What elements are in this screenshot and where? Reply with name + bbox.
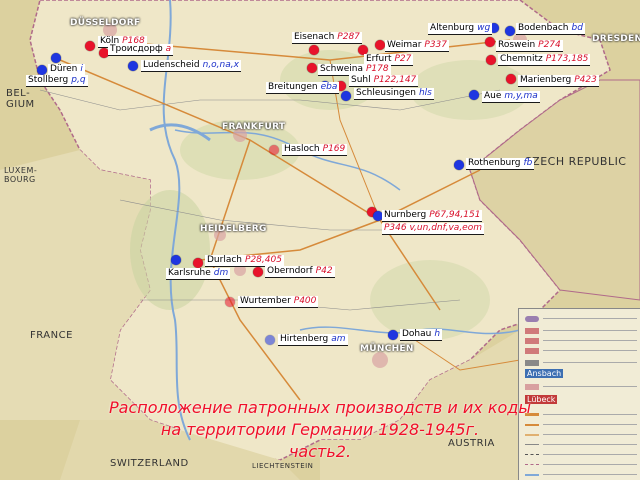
- legend-row: [525, 383, 637, 391]
- site-marker-marienberg: [506, 74, 516, 84]
- site-marker-hasloch: [269, 145, 279, 155]
- site-marker-durlach: [193, 258, 203, 268]
- site-label-stollberg: Stollberg p,q: [26, 75, 88, 87]
- site-label-ludenscheid: Ludenscheid n,o,na,x: [141, 60, 241, 72]
- map: BEL- GIUM LUXEM- BOURG FRANCE CZECH REPU…: [0, 0, 640, 480]
- site-marker-koln: [85, 41, 95, 51]
- site-marker-karlsruhe: [171, 255, 181, 265]
- site-marker-chemnitz: [486, 55, 496, 65]
- legend-row: [525, 431, 637, 439]
- site-marker-aue: [469, 90, 479, 100]
- country-luxembourg: LUXEM- BOURG: [4, 166, 38, 184]
- legend-row: [525, 315, 637, 323]
- site-marker-dohau: [388, 330, 398, 340]
- site-label-aue: Aue m,y,ma: [482, 91, 540, 103]
- country-liechtenstein: LIECHTENSTEIN: [252, 462, 314, 470]
- site-label-chemnitz: Chemnitz P173,185: [498, 54, 591, 66]
- site-label-rothenburg: Rothenburg fb: [466, 158, 535, 170]
- base-city-munchen: MÜNCHEN: [360, 344, 414, 354]
- site-marker-roswein: [485, 37, 495, 47]
- site-label-weimar: Weimar P337: [385, 40, 450, 52]
- base-city-frankfurt: FRANKFURT: [222, 122, 286, 132]
- site-label-hasloch: Hasloch P169: [282, 144, 348, 156]
- country-switzerland: SWITZERLAND: [110, 458, 189, 469]
- site-marker-ludenscheid: [128, 61, 138, 71]
- caption-line-1: Расположение патронных производств и их …: [108, 398, 531, 417]
- legend-row: [525, 337, 637, 345]
- caption-line-3: часть2.: [288, 442, 352, 461]
- country-france: FRANCE: [30, 330, 73, 341]
- site-marker-schleusingen: [341, 91, 351, 101]
- site-label-oberndorf: Oberndorf P42: [265, 266, 335, 278]
- legend-row: [525, 451, 637, 459]
- site-label-nurnberg: Nurnberg P67,94,151: [382, 210, 483, 222]
- legend-row: [525, 347, 637, 355]
- site-label-breitungen: Breitungen eba: [266, 82, 340, 94]
- base-city-dusseldorf: DÜSSELDORF: [70, 18, 141, 28]
- site-label-dohau: Dohau h: [400, 329, 443, 341]
- legend-row: [525, 359, 637, 367]
- country-austria: AUSTRIA: [448, 438, 495, 449]
- site-marker-oberndorf: [253, 267, 263, 277]
- base-city-dresden: DRESDEN: [592, 34, 640, 44]
- base-city-heidelberg: HEIDELBERG: [200, 224, 267, 234]
- map-legend: Ansbach Lübeck: [518, 308, 640, 480]
- site-label-bodenbach: Bodenbach bd: [516, 23, 585, 35]
- site-marker-hirtenberg: [265, 335, 275, 345]
- site-label-altenburg: Altenburg wg: [428, 23, 493, 35]
- legend-badge-ansbach: Ansbach: [525, 369, 564, 378]
- site-marker-eisenach: [309, 45, 319, 55]
- site-label-roswein: Roswein P274: [496, 40, 563, 52]
- site-marker-schweina: [307, 63, 317, 73]
- country-czech: CZECH REPUBLIC: [524, 155, 627, 168]
- site-label-eisenach: Eisenach P287: [292, 32, 362, 44]
- site-marker-duren: [51, 53, 61, 63]
- legend-row: [525, 441, 637, 449]
- legend-row: [525, 327, 637, 335]
- site-label-marienberg: Marienberg P423: [518, 75, 599, 87]
- legend-row: [525, 461, 637, 469]
- legend-row: [525, 471, 637, 479]
- site-label-troisdorf: Троисдорф a: [108, 44, 174, 56]
- caption-line-2: на территории Германии 1928-1945г.: [160, 420, 480, 439]
- country-belgium: BEL- GIUM: [6, 88, 35, 110]
- site-marker-stollberg: [37, 65, 47, 75]
- site-label-nurnberg-codes: P346 v,un,dnf,va,eom: [382, 223, 484, 235]
- site-marker-rothenburg: [454, 160, 464, 170]
- site-marker-wurtember: [225, 297, 235, 307]
- site-label-karlsruhe: Karlsruhe dm: [166, 268, 231, 280]
- site-label-wurtember: Wurtember P400: [238, 296, 319, 308]
- site-marker-weimar: [375, 40, 385, 50]
- site-label-schleusingen: Schleusingen hls: [354, 88, 434, 100]
- site-marker-bodenbach: [505, 26, 515, 36]
- legend-row: [525, 421, 637, 429]
- site-label-hirtenberg: Hirtenberg am: [278, 334, 348, 346]
- site-label-suhl: Suhl P122,147: [349, 75, 419, 87]
